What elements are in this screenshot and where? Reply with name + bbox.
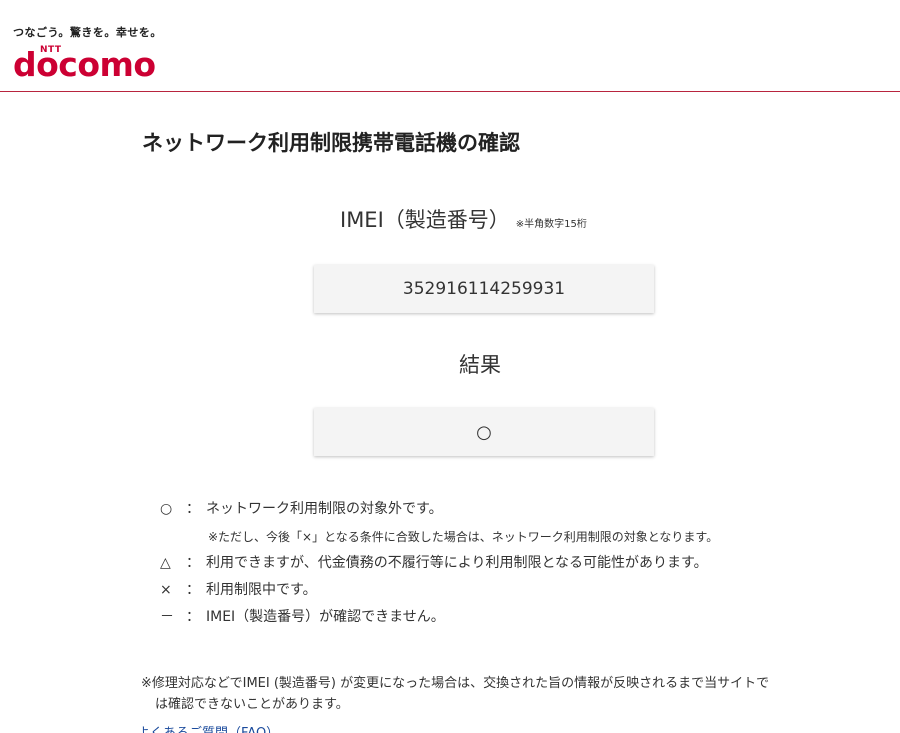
result-label: 結果 xyxy=(459,353,501,377)
tagline: つなごう。驚きを。幸せを。 xyxy=(13,26,162,39)
page-title: ネットワーク利用制限携帯電話機の確認 xyxy=(142,131,520,155)
imei-value: 352916114259931 xyxy=(402,279,566,299)
imei-format-note: ※半角数字15桁 xyxy=(515,219,587,230)
legend-colon: ： xyxy=(186,555,200,571)
legend-item-restricted: × ： 利用制限中です。 xyxy=(160,579,317,599)
legend-colon: ： xyxy=(186,501,200,517)
legend-symbol: △ xyxy=(160,555,171,571)
legend-symbol: ○ xyxy=(160,501,173,517)
legend-item-ok: ○ ： ネットワーク利用制限の対象外です。 xyxy=(160,498,443,518)
imei-label: IMEI（製造番号） ※半角数字15桁 xyxy=(340,204,587,234)
page: つなごう。驚きを。幸せを。 NTT docomo ネットワーク利用制限携帯電話機… xyxy=(0,0,900,733)
footnote: ※修理対応などでIMEI (製造番号) が変更になった場合は、交換された旨の情報… xyxy=(141,673,841,715)
docomo-logo[interactable]: docomo xyxy=(13,46,156,84)
result-value-field: ○ xyxy=(314,408,654,456)
site-header: つなごう。驚きを。幸せを。 NTT docomo xyxy=(0,0,900,92)
legend-text: 利用できますが、代金債務の不履行等により利用制限となる可能性があります。 xyxy=(206,555,708,571)
legend-colon: ： xyxy=(186,609,200,625)
legend-item-warning: △ ： 利用できますが、代金債務の不履行等により利用制限となる可能性があります。 xyxy=(160,552,708,572)
footnote-line2: は確認できないことがあります。 xyxy=(155,697,349,712)
legend-text: ネットワーク利用制限の対象外です。 xyxy=(206,501,443,517)
legend-sub-note: ※ただし、今後「×」となる条件に合致した場合は、ネットワーク利用制限の対象となり… xyxy=(208,530,719,544)
legend-text: 利用制限中です。 xyxy=(206,582,317,598)
legend-colon: ： xyxy=(186,582,200,598)
legend-symbol: － xyxy=(160,609,174,625)
legend-text: IMEI（製造番号）が確認できません。 xyxy=(206,609,445,625)
legend-item-unknown: － ： IMEI（製造番号）が確認できません。 xyxy=(160,606,445,626)
faq-link[interactable]: よくあるご質問（FAQ） xyxy=(137,722,279,733)
imei-value-field: 352916114259931 xyxy=(314,265,654,313)
footnote-line1: ※修理対応などでIMEI (製造番号) が変更になった場合は、交換された旨の情報… xyxy=(141,676,770,691)
legend-symbol: × xyxy=(160,582,172,598)
result-value: ○ xyxy=(476,421,492,443)
imei-label-text: IMEI（製造番号） xyxy=(340,208,510,232)
